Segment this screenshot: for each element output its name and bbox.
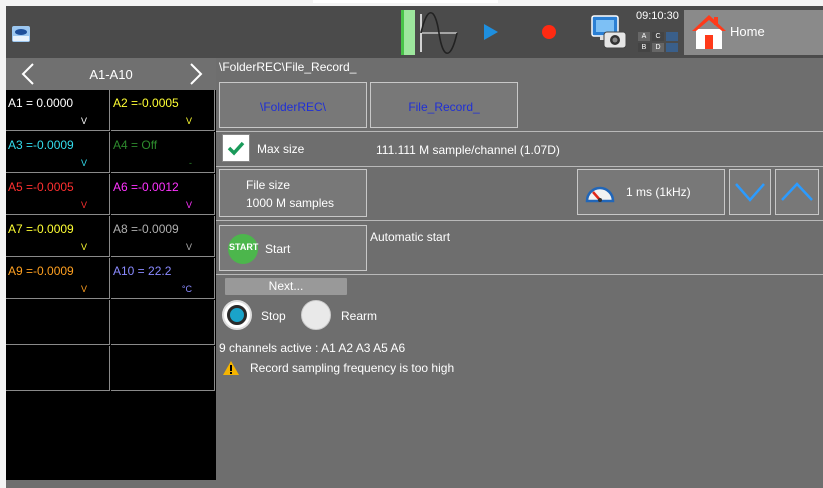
channel-unit: V xyxy=(80,158,87,168)
channel-unit: V xyxy=(80,242,87,252)
channel-unit: V xyxy=(185,116,192,126)
channel-cell-empty xyxy=(6,346,110,391)
channel-cell-a2[interactable]: A2 =-0.0005 V xyxy=(111,90,215,131)
stop-label: Stop xyxy=(261,309,286,323)
file-size-value: 1000 M samples xyxy=(246,196,335,210)
file-name-button[interactable]: File_Record_ xyxy=(370,82,518,128)
warning-icon xyxy=(223,361,239,375)
next-button[interactable]: Next... xyxy=(225,278,347,295)
chevron-down-icon xyxy=(735,183,765,202)
speedometer-icon xyxy=(585,186,615,203)
channel-value: A2 =-0.0005 xyxy=(113,96,179,110)
status-d: D xyxy=(652,43,664,52)
channel-value: A9 =-0.0009 xyxy=(8,264,74,278)
acquisition-status-bar xyxy=(401,10,415,55)
max-size-info: 111.111 M sample/channel (1.07D) xyxy=(376,143,560,157)
file-size-button[interactable]: File size 1000 M samples xyxy=(219,169,367,217)
sampling-rate-label: 1 ms (1kHz) xyxy=(626,185,691,199)
channel-cell-a1[interactable]: A1 = 0.0000 V xyxy=(6,90,110,131)
status-extra2 xyxy=(666,43,678,52)
home-label: Home xyxy=(730,24,765,39)
channel-cell-empty xyxy=(6,300,110,345)
folder-button-label: \FolderREC\ xyxy=(259,100,327,114)
channel-cell-a3[interactable]: A3 =-0.0009 V xyxy=(6,132,110,173)
channel-value: A6 =-0.0012 xyxy=(113,180,179,194)
channel-unit: °C xyxy=(181,284,192,294)
max-size-label: Max size xyxy=(257,142,305,156)
sampling-rate-button[interactable]: 1 ms (1kHz) xyxy=(577,169,725,215)
channel-value: A1 = 0.0000 xyxy=(8,96,74,110)
home-icon xyxy=(692,15,726,49)
folder-button[interactable]: \FolderREC\ xyxy=(219,82,367,128)
channel-value: A7 =-0.0009 xyxy=(8,222,74,236)
stop-radio-dot xyxy=(227,305,247,325)
status-c: C xyxy=(652,32,664,41)
play-icon[interactable] xyxy=(476,6,506,58)
clock: 09:10:30 A C B D xyxy=(634,10,682,54)
channel-cell-a8[interactable]: A8 =-0.0009 V xyxy=(111,216,215,257)
channel-cell-empty xyxy=(111,346,215,391)
divider xyxy=(216,220,823,221)
clock-time: 09:10:30 xyxy=(636,10,679,22)
start-badge-text: START xyxy=(229,242,259,252)
rearm-label: Rearm xyxy=(341,309,378,323)
rate-down-button[interactable] xyxy=(729,169,771,215)
channel-cell-a5[interactable]: A5 =-0.0005 V xyxy=(6,174,110,215)
file-name-button-label: File_Record_ xyxy=(408,100,480,114)
record-icon[interactable] xyxy=(534,6,564,58)
channel-value: A3 =-0.0009 xyxy=(8,138,74,152)
chevron-right-icon[interactable] xyxy=(186,62,206,86)
channel-cell-empty xyxy=(111,300,215,345)
channel-unit: V xyxy=(80,200,87,210)
channel-value: A4 = Off xyxy=(113,138,158,152)
channel-unit: - xyxy=(189,158,192,168)
channel-value: A8 =-0.0009 xyxy=(113,222,179,236)
auto-start-label: Automatic start xyxy=(370,230,451,244)
top-toolbar: 09:10:30 A C B D Home xyxy=(6,6,823,58)
app-window: 09:10:30 A C B D Home A1-A10 A1 = 0.0000… xyxy=(6,6,823,488)
rearm-radio[interactable] xyxy=(301,300,331,330)
status-b: B xyxy=(638,43,650,52)
start-button[interactable]: START Start xyxy=(219,225,367,271)
rate-up-button[interactable] xyxy=(775,169,819,215)
channel-unit: V xyxy=(185,200,192,210)
channel-group-nav: A1-A10 xyxy=(6,58,216,90)
status-extra xyxy=(666,32,678,41)
channel-group-title: A1-A10 xyxy=(89,67,133,82)
channel-cell-a9[interactable]: A9 =-0.0009 V xyxy=(6,258,110,299)
top-window-edge xyxy=(313,0,498,3)
divider xyxy=(216,131,823,132)
channel-cell-a6[interactable]: A6 =-0.0012 V xyxy=(111,174,215,215)
channel-unit: V xyxy=(80,116,87,126)
channels-active-text: 9 channels active : A1 A2 A3 A5 A6 xyxy=(219,341,406,355)
chevron-up-icon xyxy=(781,182,813,201)
channel-cell-a7[interactable]: A7 =-0.0009 V xyxy=(6,216,110,257)
channel-grid: A1 = 0.0000 V A2 =-0.0005 V A3 =-0.0009 … xyxy=(6,90,216,480)
channel-value: A10 = 22.2 xyxy=(113,264,172,278)
check-icon xyxy=(227,141,245,156)
channel-value: A5 =-0.0005 xyxy=(8,180,74,194)
waveform-icon[interactable] xyxy=(417,6,459,58)
file-size-label: File size xyxy=(246,178,291,192)
divider xyxy=(216,274,823,275)
device-logo-icon xyxy=(12,26,30,42)
screenshot-camera-icon[interactable] xyxy=(586,6,630,58)
channel-cell-a4[interactable]: A4 = Off - xyxy=(111,132,215,173)
stop-radio[interactable] xyxy=(222,300,252,330)
status-a: A xyxy=(638,32,650,41)
home-button[interactable]: Home xyxy=(684,10,823,55)
channel-unit: V xyxy=(80,284,87,294)
warning-text: Record sampling frequency is too high xyxy=(250,361,455,375)
channel-cell-a10[interactable]: A10 = 22.2 °C xyxy=(111,258,215,299)
max-size-checkbox[interactable] xyxy=(222,134,250,162)
divider xyxy=(216,166,823,167)
channel-unit: V xyxy=(185,242,192,252)
record-path: \FolderREC\File_Record_ xyxy=(219,60,357,74)
start-label: Start xyxy=(265,242,291,256)
